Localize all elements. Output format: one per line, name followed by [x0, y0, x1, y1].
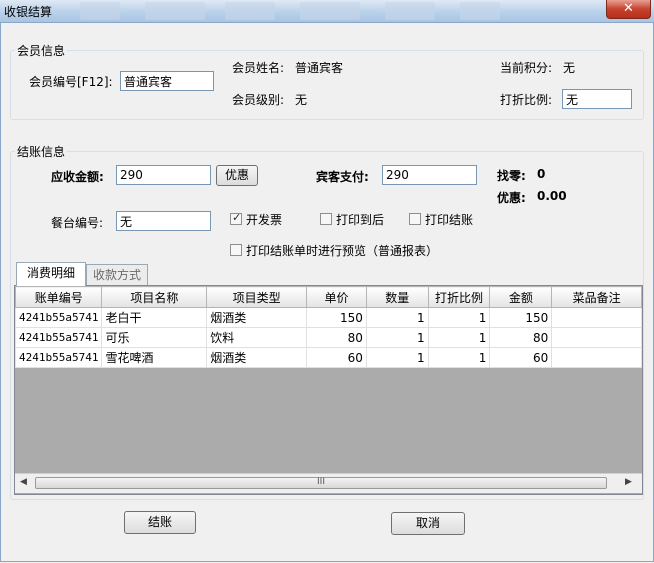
cell-dish-notes — [551, 327, 642, 348]
cancel-button[interactable]: 取消 — [391, 512, 465, 535]
titlebar-decoration — [145, 2, 205, 20]
points-label: 当前积分: — [500, 61, 553, 75]
close-button[interactable]: ✕ — [606, 0, 651, 19]
cell-item-type: 烟酒类 — [206, 347, 308, 368]
print-checkout-checkbox[interactable] — [409, 213, 421, 225]
table-number-input[interactable] — [116, 211, 211, 231]
discount-rate-label: 打折比例: — [500, 93, 553, 107]
cell-unit-price: 80 — [306, 327, 367, 348]
column-header-discount-rate[interactable]: 打折比例 — [427, 286, 491, 308]
guest-pay-input[interactable] — [382, 165, 477, 185]
cell-discount-rate: 1 — [427, 307, 491, 328]
member-level-value: 无 — [295, 93, 308, 107]
table-row[interactable]: 4241b55a5741 老白干 烟酒类 150 1 1 150 — [15, 307, 642, 328]
table-number-label: 餐台编号: — [51, 216, 104, 230]
cell-bill-id: 4241b55a5741 — [15, 327, 103, 348]
cell-dish-notes — [551, 347, 642, 368]
print-checkout-label: 打印结账 — [425, 213, 474, 227]
table-row[interactable]: 4241b55a5741 雪花啤酒 烟酒类 60 1 1 60 — [15, 347, 642, 368]
scroll-left-icon[interactable]: ◀ — [20, 477, 27, 487]
titlebar-decoration — [225, 2, 275, 20]
horizontal-scrollbar[interactable]: ◀ III ▶ — [15, 473, 642, 493]
column-header-item-type[interactable]: 项目类型 — [206, 286, 308, 308]
invoice-label: 开发票 — [246, 213, 283, 227]
scroll-right-icon[interactable]: ▶ — [625, 477, 632, 487]
cell-unit-price: 150 — [306, 307, 367, 328]
discount-amount-label: 优惠: — [497, 191, 526, 205]
consumption-table: 账单编号 项目名称 项目类型 单价 数量 打折比例 金额 菜品备注 4241b5… — [15, 286, 642, 368]
cell-amount: 60 — [489, 347, 553, 368]
scrollbar-thumb[interactable]: III — [35, 477, 607, 489]
titlebar-decoration — [80, 2, 120, 20]
member-id-label: 会员编号[F12]: — [29, 75, 113, 89]
titlebar-decoration — [385, 2, 435, 20]
cell-quantity: 1 — [365, 327, 429, 348]
member-name-label: 会员姓名: — [232, 61, 285, 75]
discount-rate-input[interactable] — [562, 89, 632, 109]
cell-discount-rate: 1 — [427, 327, 491, 348]
table-header-row: 账单编号 项目名称 项目类型 单价 数量 打折比例 金额 菜品备注 — [15, 286, 642, 308]
cell-item-name: 可乐 — [101, 327, 208, 348]
print-preview-checkbox[interactable] — [230, 244, 242, 256]
cell-bill-id: 4241b55a5741 — [15, 347, 103, 368]
tab-consumption-details[interactable]: 消费明细 — [16, 262, 86, 286]
cell-quantity: 1 — [365, 347, 429, 368]
change-value: 0 — [537, 167, 546, 181]
print-to-back-label: 打印到后 — [336, 213, 385, 227]
invoice-checkbox[interactable] — [230, 211, 242, 225]
titlebar-decoration — [300, 2, 360, 20]
cell-amount: 150 — [489, 307, 553, 328]
column-header-bill-id[interactable]: 账单编号 — [15, 286, 103, 308]
change-label: 找零: — [497, 169, 526, 183]
receivable-input[interactable] — [116, 165, 211, 185]
discount-amount-value: 0.00 — [537, 189, 567, 203]
receivable-label: 应收金额: — [51, 170, 104, 184]
points-value: 无 — [563, 61, 576, 75]
cell-item-type: 烟酒类 — [206, 307, 308, 328]
discount-button[interactable]: 优惠 — [216, 165, 258, 186]
column-header-dish-notes[interactable]: 菜品备注 — [551, 286, 642, 308]
cell-item-name: 雪花啤酒 — [101, 347, 208, 368]
window-title: 收银结算 — [4, 5, 53, 19]
column-header-item-name[interactable]: 项目名称 — [101, 286, 208, 308]
column-header-quantity[interactable]: 数量 — [365, 286, 429, 308]
column-header-unit-price[interactable]: 单价 — [306, 286, 367, 308]
title-bar: 收银结算 ✕ — [0, 0, 654, 23]
checkout-info-legend: 结账信息 — [17, 145, 66, 159]
member-level-label: 会员级别: — [232, 93, 285, 107]
cell-discount-rate: 1 — [427, 347, 491, 368]
cell-unit-price: 60 — [306, 347, 367, 368]
member-info-legend: 会员信息 — [17, 44, 66, 58]
tab-payment-methods[interactable]: 收款方式 — [86, 264, 148, 285]
cell-quantity: 1 — [365, 307, 429, 328]
column-header-amount[interactable]: 金额 — [489, 286, 553, 308]
member-id-input[interactable] — [120, 71, 214, 91]
consumption-grid: 账单编号 项目名称 项目类型 单价 数量 打折比例 金额 菜品备注 4241b5… — [14, 285, 643, 495]
titlebar-decoration — [460, 2, 500, 20]
member-name-value: 普通宾客 — [295, 61, 344, 75]
cell-dish-notes — [551, 307, 642, 328]
print-to-back-checkbox[interactable] — [320, 213, 332, 225]
print-preview-label: 打印结账单时进行预览（普通报表） — [246, 244, 439, 258]
guest-pay-label: 宾客支付: — [316, 170, 369, 184]
cell-bill-id: 4241b55a5741 — [15, 307, 103, 328]
cell-amount: 80 — [489, 327, 553, 348]
table-row[interactable]: 4241b55a5741 可乐 饮料 80 1 1 80 — [15, 327, 642, 348]
cell-item-type: 饮料 — [206, 327, 308, 348]
cell-item-name: 老白干 — [101, 307, 208, 328]
checkout-button[interactable]: 结账 — [124, 511, 196, 534]
